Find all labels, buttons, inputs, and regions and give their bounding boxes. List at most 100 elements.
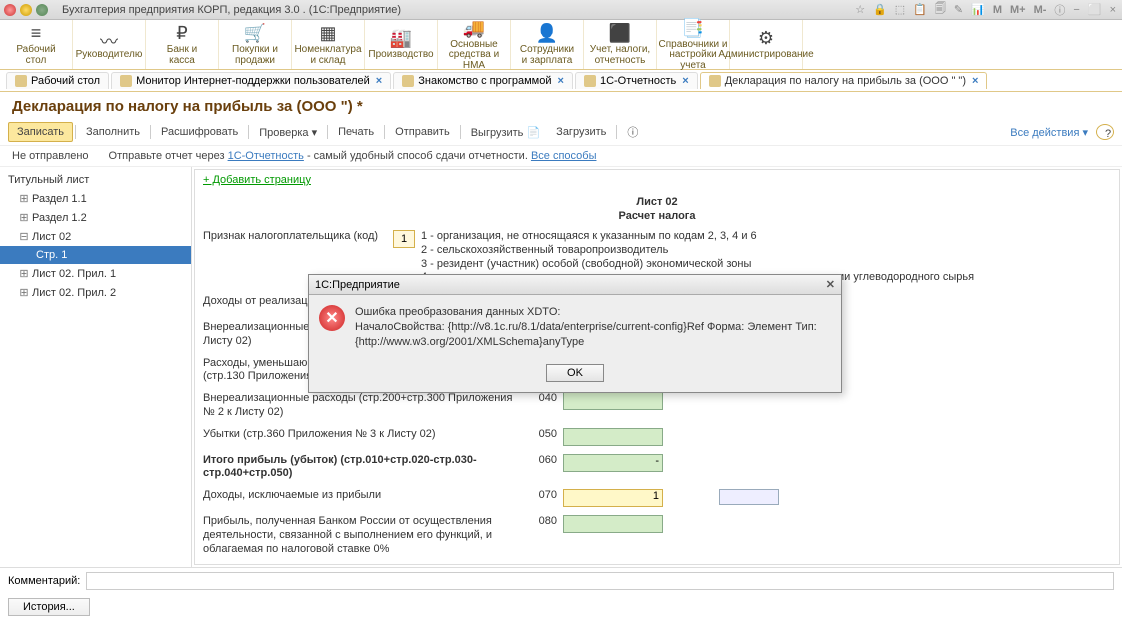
nav-item-7[interactable]: 👤Сотрудникии зарплата <box>511 20 584 69</box>
sidebar-item-6[interactable]: ⊞Лист 02. Прил. 2 <box>0 283 191 302</box>
tab-2[interactable]: Знакомство с программой× <box>393 72 573 89</box>
tb-lock-icon[interactable]: 🔒 <box>871 3 889 16</box>
tab-icon <box>402 75 414 87</box>
help-icon[interactable]: ? <box>1096 124 1114 140</box>
extra-box[interactable] <box>719 489 779 505</box>
tb-info-icon[interactable]: ⓘ <box>1052 2 1067 18</box>
nav-item-0[interactable]: ≡Рабочийстол <box>0 20 73 69</box>
tb-edit-icon[interactable]: ✎ <box>952 3 965 16</box>
tab-icon <box>120 75 132 87</box>
nav-item-2[interactable]: ₽Банк икасса <box>146 20 219 69</box>
nav-item-5[interactable]: 🏭Производство <box>365 20 438 69</box>
add-page-link[interactable]: + Добавить страницу <box>203 174 311 186</box>
tb-m-icon[interactable]: M <box>991 4 1004 16</box>
nav-item-10[interactable]: ⚙Администрирование <box>730 20 803 69</box>
ok-button[interactable]: OK <box>546 364 604 382</box>
tab-close-icon[interactable]: × <box>376 75 382 87</box>
nav-label: Администрирование <box>718 50 813 61</box>
fill-button[interactable]: Заполнить <box>78 123 148 141</box>
sheet-title: Лист 02 <box>203 196 1111 208</box>
tb-mminus-icon[interactable]: M- <box>1032 4 1049 16</box>
nav-icon: ▦ <box>319 23 336 43</box>
decode-button[interactable]: Расшифровать <box>153 123 246 141</box>
tb-star-icon[interactable]: ☆ <box>853 3 867 16</box>
main-nav: ≡Рабочийстол〰Руководителю₽Банк икасса🛒По… <box>0 20 1122 70</box>
dialog-title: 1С:Предприятие <box>315 279 400 291</box>
expand-icon[interactable]: ⊟ <box>18 230 30 243</box>
tab-label: 1С-Отчетность <box>600 75 676 87</box>
expand-icon[interactable]: ⊞ <box>18 192 30 205</box>
tab-label: Рабочий стол <box>31 75 100 87</box>
tb-copy-icon[interactable]: 🗐 <box>933 0 948 19</box>
nav-icon: 〰 <box>100 28 118 48</box>
nav-icon: 🚚 <box>463 18 485 38</box>
value-input[interactable] <box>563 392 663 410</box>
nav-icon: ≡ <box>31 23 42 43</box>
nav-item-1[interactable]: 〰Руководителю <box>73 20 146 69</box>
write-button[interactable]: Записать <box>8 122 73 142</box>
tab-close-icon[interactable]: × <box>682 75 688 87</box>
nav-label: Учет, налоги,отчетность <box>590 45 650 66</box>
print-button[interactable]: Печать <box>330 123 382 141</box>
value-input[interactable] <box>563 564 663 565</box>
win-min-icon[interactable] <box>20 4 32 16</box>
check-button[interactable]: Проверка ▾ <box>251 123 325 142</box>
form-row-070: Доходы, исключаемые из прибыли0701 <box>203 489 1111 507</box>
send-button[interactable]: Отправить <box>387 123 458 141</box>
sidebar-item-label: Раздел 1.2 <box>32 212 87 224</box>
tb-calc-icon[interactable]: 📊 <box>969 3 987 16</box>
nav-label: Номенклатураи склад <box>294 45 361 66</box>
sidebar-item-0[interactable]: Титульный лист <box>0 171 191 189</box>
sidebar-item-label: Раздел 1.1 <box>32 193 87 205</box>
toolbar-help-icon[interactable]: ⓘ <box>619 121 646 143</box>
tab-4[interactable]: Декларация по налогу на прибыль за (ООО … <box>700 72 988 89</box>
sign-code-input[interactable]: 1 <box>393 230 415 248</box>
form-row-040: Внереализационные расходы (стр.200+стр.3… <box>203 392 1111 420</box>
sidebar-item-3[interactable]: ⊟Лист 02 <box>0 227 191 246</box>
nav-item-3[interactable]: 🛒Покупки ипродажи <box>219 20 292 69</box>
link-all-methods[interactable]: Все способы <box>531 150 597 162</box>
value-input[interactable] <box>563 515 663 533</box>
history-button[interactable]: История... <box>8 598 90 616</box>
tab-3[interactable]: 1С-Отчетность × <box>575 72 698 89</box>
nav-item-8[interactable]: ⬛Учет, налоги,отчетность <box>584 20 657 69</box>
comment-input[interactable] <box>86 572 1114 590</box>
sidebar-item-2[interactable]: ⊞Раздел 1.2 <box>0 208 191 227</box>
titlebar-right-icons: ☆ 🔒 ⬚ 📋 🗐 ✎ 📊 M M+ M- ⓘ − ⬜ × <box>853 0 1118 19</box>
sidebar-item-1[interactable]: ⊞Раздел 1.1 <box>0 189 191 208</box>
dialog-body: ✕ Ошибка преобразования данных XDTO: Нач… <box>309 295 841 360</box>
line-code: 060 <box>533 454 563 466</box>
tab-close-icon[interactable]: × <box>558 75 564 87</box>
expand-icon[interactable]: ⊞ <box>18 286 30 299</box>
tb-mplus-icon[interactable]: M+ <box>1008 4 1028 16</box>
nav-icon: 📑 <box>682 18 704 38</box>
tb-restore-icon[interactable]: ⬜ <box>1086 3 1104 16</box>
tab-close-icon[interactable]: × <box>972 75 978 87</box>
win-close-icon[interactable] <box>4 4 16 16</box>
expand-icon[interactable]: ⊞ <box>18 211 30 224</box>
export-button[interactable]: Выгрузить 📄 <box>463 123 548 142</box>
dialog-titlebar: 1С:Предприятие ✕ <box>309 275 841 295</box>
expand-icon[interactable]: ⊞ <box>18 267 30 280</box>
link-1c-report[interactable]: 1С-Отчетность <box>228 150 304 162</box>
value-input[interactable]: - <box>563 454 663 472</box>
load-button[interactable]: Загрузить <box>548 123 614 141</box>
dialog-close-icon[interactable]: ✕ <box>826 278 835 291</box>
nav-item-6[interactable]: 🚚Основныесредства и НМА <box>438 20 511 69</box>
form-row-100: Налоговая база(стр.060 - стр.070 - стр.0… <box>203 564 1111 565</box>
tb-close-icon[interactable]: × <box>1108 4 1118 16</box>
sidebar-item-5[interactable]: ⊞Лист 02. Прил. 1 <box>0 264 191 283</box>
tb-sq-icon[interactable]: ⬚ <box>893 3 907 16</box>
tab-0[interactable]: Рабочий стол <box>6 72 109 89</box>
tb-minimize-icon[interactable]: − <box>1071 4 1081 16</box>
value-input[interactable]: 1 <box>563 489 663 507</box>
all-actions-button[interactable]: Все действия ▾ <box>1002 123 1096 142</box>
nav-item-4[interactable]: ▦Номенклатураи склад <box>292 20 365 69</box>
win-max-icon[interactable] <box>36 4 48 16</box>
sidebar-item-4[interactable]: Стр. 1 <box>0 246 191 264</box>
tab-1[interactable]: Монитор Интернет-поддержки пользователей… <box>111 72 391 89</box>
row-label: Внереализационные расходы (стр.200+стр.3… <box>203 392 533 420</box>
nav-item-9[interactable]: 📑Справочники инастройки учета <box>657 20 730 69</box>
value-input[interactable] <box>563 428 663 446</box>
tb-clip-icon[interactable]: 📋 <box>911 3 929 16</box>
